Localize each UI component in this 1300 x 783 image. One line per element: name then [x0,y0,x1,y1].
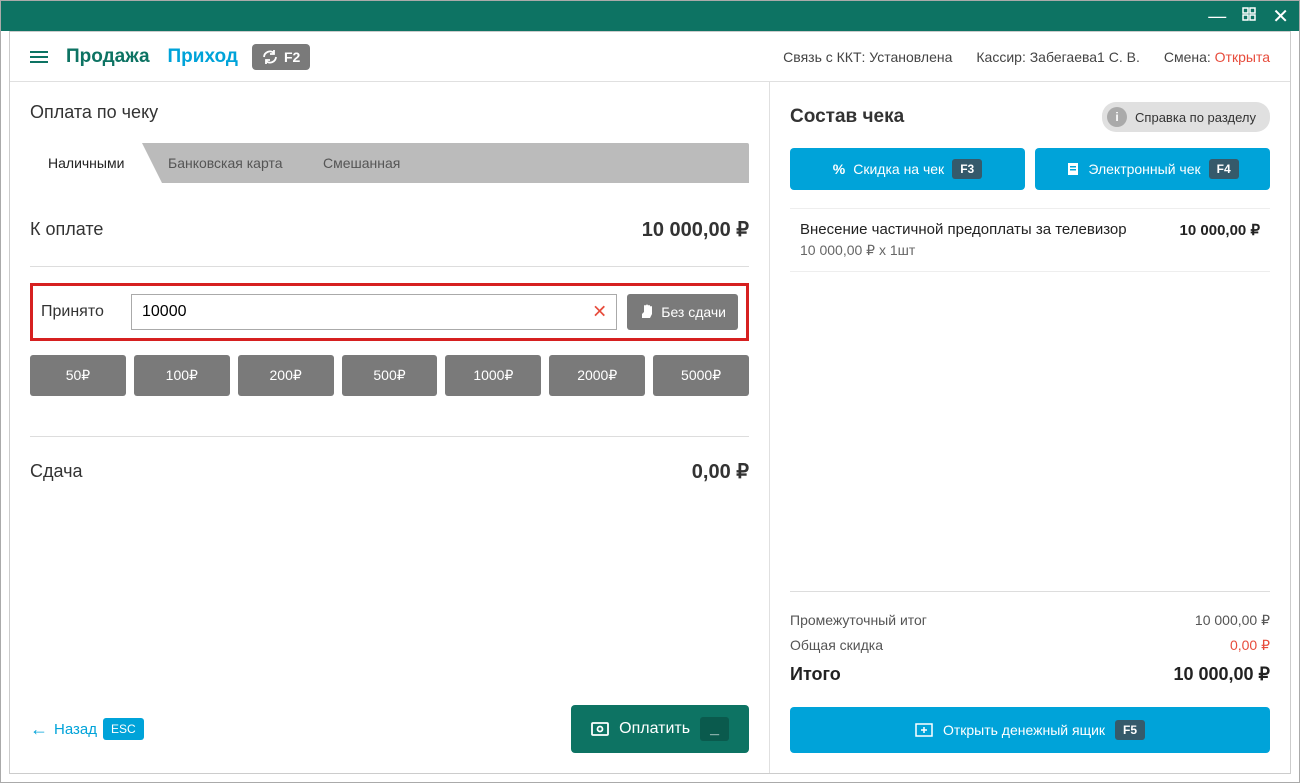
total-value: 10 000,00 ₽ [1173,664,1270,685]
item-name: Внесение частичной предоплаты за телевиз… [800,221,1127,238]
receipt-item: Внесение частичной предоплаты за телевиз… [790,208,1270,272]
titlebar: ― ✕ [1,1,1299,31]
main: Оплата по чеку Наличными Банковская карт… [10,82,1290,773]
f4-badge: F4 [1209,159,1239,179]
pay-button[interactable]: Оплатить _ [571,705,749,753]
receipt-title: Состав чека [790,106,904,128]
hand-icon [639,304,655,320]
shift-status: Смена: Открыта [1164,49,1270,65]
denom-50[interactable]: 50₽ [30,355,126,396]
discount-value: 0,00 ₽ [1230,637,1270,654]
percent-icon: % [833,161,845,177]
receipt-actions: % Скидка на чек F3 Электронный чек F4 [790,148,1270,190]
accepted-input[interactable] [131,294,617,330]
topbar: Продажа Приход F2 Связь с ККТ: Установле… [10,32,1290,82]
subtotal-value: 10 000,00 ₽ [1195,612,1270,629]
denominations: 50₽ 100₽ 200₽ 500₽ 1000₽ 2000₽ 5000₽ [30,355,749,396]
menu-icon[interactable] [30,51,48,63]
refresh-button[interactable]: F2 [252,44,310,70]
total-label: Итого [790,664,841,685]
clear-icon[interactable]: ✕ [592,302,607,323]
denom-100[interactable]: 100₽ [134,355,230,396]
tab-cash[interactable]: Наличными [30,143,142,183]
tab-mixed[interactable]: Смешанная [305,143,418,183]
minimize-icon[interactable]: ― [1208,6,1226,27]
denom-2000[interactable]: 2000₽ [549,355,645,396]
discount-label: Общая скидка [790,637,883,654]
info-icon: i [1107,107,1127,127]
to-pay-row: К оплате 10 000,00 ₽ [30,193,749,267]
item-total: 10 000,00 ₽ [1180,221,1260,259]
item-qty: 10 000,00 ₽ х 1шт [800,242,1127,259]
tab-card[interactable]: Банковская карта [150,143,300,183]
title-sale: Продажа [66,46,150,68]
bottom-actions: ← Назад ESC Оплатить _ [30,685,749,773]
to-pay-value: 10 000,00 ₽ [642,217,749,242]
receipt-panel: Состав чека i Справка по разделу % Скидк… [770,82,1290,773]
title-income[interactable]: Приход [168,46,238,68]
accepted-highlight: Принято ✕ Без сдачи [30,283,749,341]
no-change-button[interactable]: Без сдачи [627,294,738,330]
esc-badge: ESC [103,718,144,740]
f5-badge: F5 [1115,720,1145,740]
denom-5000[interactable]: 5000₽ [653,355,749,396]
subtotal-label: Промежуточный итог [790,612,927,629]
back-link[interactable]: ← Назад ESC [30,718,144,740]
drawer-icon [915,723,933,737]
payment-panel: Оплата по чеку Наличными Банковская карт… [10,82,770,773]
kkt-status: Связь с ККТ: Установлена [783,49,952,65]
receipt-icon [1066,162,1080,176]
change-label: Сдача [30,461,83,482]
receipt-header: Состав чека i Справка по разделу [790,102,1270,132]
f3-badge: F3 [952,159,982,179]
payment-title: Оплата по чеку [30,102,749,123]
to-pay-label: К оплате [30,219,103,240]
change-row: Сдача 0,00 ₽ [30,436,749,506]
close-icon[interactable]: ✕ [1272,4,1289,29]
window: Продажа Приход F2 Связь с ККТ: Установле… [9,31,1291,774]
discount-button[interactable]: % Скидка на чек F3 [790,148,1025,190]
denom-1000[interactable]: 1000₽ [445,355,541,396]
pay-key: _ [700,717,729,741]
accepted-label: Принято [41,303,121,321]
open-drawer-button[interactable]: Открыть денежный ящик F5 [790,707,1270,753]
change-value: 0,00 ₽ [692,459,749,484]
refresh-icon [262,49,278,65]
cashier-label: Кассир: Забегаева1 С. В. [976,49,1139,65]
totals: Промежуточный итог 10 000,00 ₽ Общая ски… [790,591,1270,689]
maximize-icon[interactable] [1242,7,1256,26]
pay-icon [591,722,609,736]
echeck-button[interactable]: Электронный чек F4 [1035,148,1270,190]
denom-200[interactable]: 200₽ [238,355,334,396]
payment-tabs: Наличными Банковская карта Смешанная [30,143,749,183]
help-link[interactable]: i Справка по разделу [1102,102,1270,132]
denom-500[interactable]: 500₽ [342,355,438,396]
arrow-left-icon: ← [30,719,48,740]
